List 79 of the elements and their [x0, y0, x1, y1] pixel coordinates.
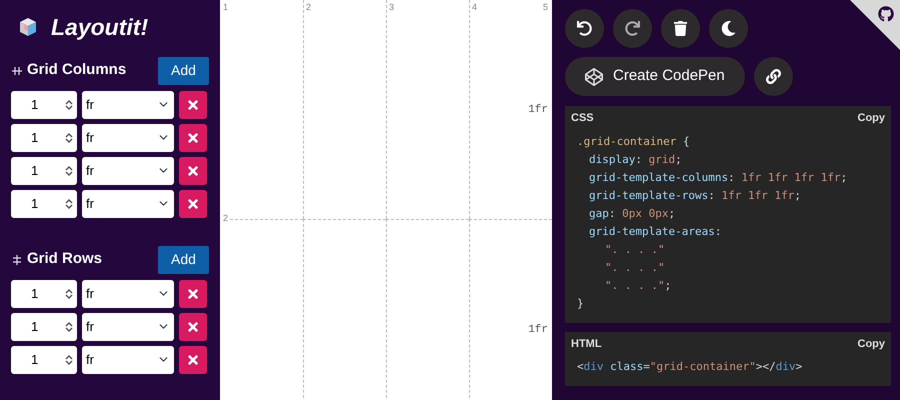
spinner-icon	[65, 354, 73, 366]
number-field[interactable]: 1	[11, 346, 77, 374]
close-icon	[186, 286, 200, 300]
codepen-icon	[585, 68, 603, 86]
spinner-icon	[65, 164, 73, 176]
close-icon	[186, 320, 200, 334]
spinner-icon	[65, 132, 73, 144]
code-line: .grid-container {	[577, 134, 690, 150]
section-title: Grid Columns	[27, 60, 126, 80]
column-line-number: 3	[389, 3, 394, 12]
undo-button[interactable]	[565, 9, 604, 48]
rows-icon	[11, 254, 23, 266]
track-size-label: 1fr	[528, 103, 548, 118]
code-line: <div class="grid-container"></div>	[577, 359, 802, 375]
column-line-number: 5	[542, 3, 548, 12]
spinner-icon	[65, 198, 73, 210]
panel-title: CSS	[571, 111, 594, 126]
code-line: ". . . ."	[604, 260, 665, 276]
number-field[interactable]: 1	[11, 190, 77, 218]
unit-select[interactable]: fr	[82, 124, 174, 152]
number-field[interactable]: 1	[11, 280, 77, 308]
column-line-number: 1	[223, 3, 228, 12]
redo-icon	[625, 21, 640, 36]
cube-icon	[17, 16, 39, 38]
close-icon	[186, 352, 200, 366]
code-line: grid-template-columns: 1fr 1fr 1fr 1fr;	[588, 170, 848, 186]
number-field[interactable]: 1	[11, 312, 77, 340]
panel-title: HTML	[571, 336, 602, 352]
link-icon	[766, 69, 781, 84]
code-line: }	[577, 296, 584, 312]
unit-select[interactable]: fr	[82, 280, 174, 308]
octocat-icon	[878, 6, 894, 22]
undo-icon	[577, 21, 592, 36]
track-size-label: 1fr	[528, 323, 548, 338]
row-line-number: 2	[220, 214, 230, 223]
app-title: Layoutit!	[51, 13, 148, 42]
code-line: ". . . .";	[604, 278, 672, 294]
close-icon	[186, 130, 200, 144]
close-icon	[186, 196, 200, 210]
number-field[interactable]: 1	[11, 156, 77, 184]
unit-select[interactable]: fr	[82, 312, 174, 340]
copy-button[interactable]: Copy	[858, 336, 885, 352]
code-line: display: grid;	[588, 152, 682, 168]
code-line: grid-template-areas:	[588, 224, 722, 240]
delete-button[interactable]	[179, 312, 207, 340]
number-field[interactable]: 1	[11, 124, 77, 152]
add-button[interactable]: Add	[158, 56, 209, 84]
column-line-number: 4	[472, 3, 478, 12]
spinner-icon	[65, 288, 73, 300]
copy-button[interactable]: Copy	[858, 110, 885, 126]
delete-button[interactable]	[179, 346, 207, 374]
delete-button[interactable]	[179, 190, 207, 218]
link-button[interactable]	[754, 57, 793, 96]
close-icon	[186, 164, 200, 178]
delete-button[interactable]	[179, 124, 207, 152]
number-field[interactable]: 1	[11, 90, 77, 118]
delete-button[interactable]	[179, 90, 207, 118]
delete-button[interactable]	[179, 280, 207, 308]
trash-icon	[673, 21, 688, 36]
codepen-button[interactable]: Create CodePen	[565, 57, 745, 96]
delete-button[interactable]	[179, 156, 207, 184]
column-line-number: 2	[306, 3, 312, 12]
add-button[interactable]: Add	[158, 246, 209, 274]
code-line: gap: 0px 0px;	[588, 206, 676, 222]
redo-button[interactable]	[613, 9, 652, 48]
unit-select[interactable]: fr	[82, 346, 174, 374]
delete-all-button[interactable]	[661, 9, 700, 48]
section-title: Grid Rows	[27, 249, 102, 270]
code-line: grid-template-rows: 1fr 1fr 1fr;	[588, 188, 801, 204]
spinner-icon	[65, 320, 73, 332]
close-icon	[186, 98, 200, 112]
unit-select[interactable]: fr	[82, 156, 174, 184]
dark-mode-button[interactable]	[709, 9, 748, 48]
code-line: ". . . ."	[604, 242, 665, 258]
unit-select[interactable]: fr	[82, 190, 174, 218]
unit-select[interactable]: fr	[82, 90, 174, 118]
columns-icon	[11, 64, 23, 76]
moon-icon	[721, 21, 736, 36]
spinner-icon	[65, 98, 73, 110]
